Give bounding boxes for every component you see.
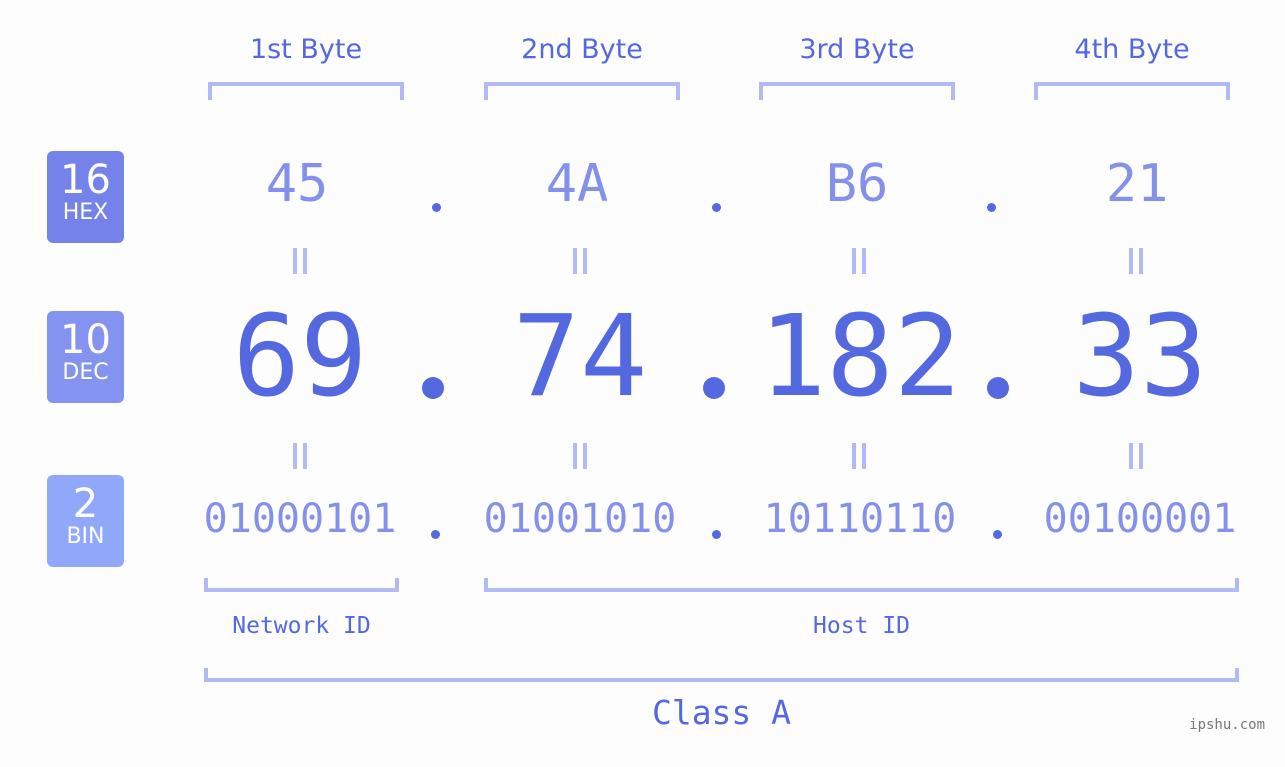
dec-dot-3 <box>987 377 1009 399</box>
equals-icon <box>1129 248 1143 274</box>
dec-badge-base: 10 <box>60 317 111 363</box>
equals-icon <box>852 443 866 469</box>
byte-label-4: 4th Byte <box>1074 34 1190 65</box>
bin-badge-name: BIN <box>66 524 105 549</box>
bin-byte-1: 01000101 <box>203 496 397 542</box>
host-id-label: Host ID <box>813 613 910 639</box>
bin-badge-base: 2 <box>72 481 99 527</box>
byte-bracket-4 <box>1034 82 1230 100</box>
equals-icon <box>293 248 307 274</box>
dec-byte-4: 33 <box>1072 292 1208 422</box>
hex-badge-name: HEX <box>62 200 109 225</box>
class-label: Class A <box>651 693 792 732</box>
dec-dot-1 <box>422 377 444 399</box>
equals-icon <box>293 443 307 469</box>
byte-bracket-1 <box>208 82 404 100</box>
hex-byte-2: 4A <box>545 154 609 214</box>
hex-badge-base: 16 <box>60 157 111 203</box>
bin-dot-2 <box>712 530 721 539</box>
byte-label-2: 2nd Byte <box>521 34 643 65</box>
dec-byte-1: 69 <box>232 292 368 422</box>
byte-label-1: 1st Byte <box>249 34 363 65</box>
hex-byte-4: 21 <box>1105 154 1169 214</box>
equals-icon <box>852 248 866 274</box>
bin-byte-3: 10110110 <box>763 496 957 542</box>
watermark: ipshu.com <box>1189 717 1265 733</box>
hex-byte-3: B6 <box>825 154 889 214</box>
dec-byte-3: 182 <box>758 292 962 422</box>
dec-badge-name: DEC <box>62 360 109 385</box>
bin-badge: 2 BIN <box>47 475 124 567</box>
byte-bracket-2 <box>484 82 680 100</box>
hex-dot-2 <box>712 203 721 212</box>
equals-icon <box>573 248 587 274</box>
bin-byte-2: 01001010 <box>483 496 677 542</box>
dec-badge: 10 DEC <box>47 311 124 403</box>
hex-badge: 16 HEX <box>47 151 124 243</box>
bin-byte-4: 00100001 <box>1043 496 1237 542</box>
equals-icon <box>573 443 587 469</box>
class-bracket <box>204 668 1239 682</box>
byte-bracket-3 <box>759 82 955 100</box>
equals-icon <box>1129 443 1143 469</box>
bin-dot-1 <box>431 530 440 539</box>
dec-byte-2: 74 <box>512 292 648 422</box>
network-id-label: Network ID <box>232 613 371 639</box>
host-id-bracket <box>484 578 1239 592</box>
dec-dot-2 <box>703 377 725 399</box>
hex-dot-1 <box>432 203 441 212</box>
hex-byte-1: 45 <box>265 154 329 214</box>
network-id-bracket <box>204 578 399 592</box>
hex-dot-3 <box>987 203 996 212</box>
bin-dot-3 <box>993 530 1002 539</box>
byte-label-3: 3rd Byte <box>799 34 915 65</box>
